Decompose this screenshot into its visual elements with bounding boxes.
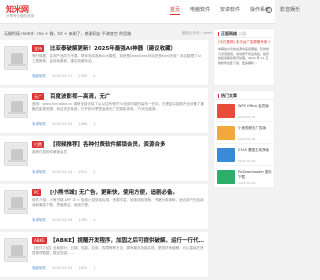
post-category[interactable]: 电脑软件 <box>32 74 46 79</box>
post-views: 2012 <box>78 170 88 174</box>
post-category[interactable]: 电脑软件 <box>32 266 46 271</box>
post-excerpt: 软件介绍：小熊书城 APP 中 ∞ 免费小说阅读应用，资源丰富，阅读体验流畅，书… <box>32 198 204 207</box>
post-meta: 电脑软件 2025-04-20 1650 1 <box>32 266 96 271</box>
post-category[interactable]: 安卓软件 <box>32 218 46 223</box>
main-nav: 首页 电脑软件 安卓软件 操作系统 影音娱乐 <box>170 6 300 15</box>
hot-item[interactable]: 小宝视频去广告版 2025-04-30 <box>214 122 274 144</box>
announce-title: 正版网络 公告 <box>214 29 274 38</box>
post-meta: 安卓软件 2025-04-28 1765 4 <box>32 218 96 223</box>
nav-item-pc-software[interactable]: 电脑软件 <box>190 6 210 15</box>
hot-item-title[interactable]: WPS Office 会员版 <box>238 104 274 113</box>
hot-item-title[interactable]: PicDownloader 图片下载 <box>238 170 274 179</box>
post-views: 1986 <box>78 122 88 126</box>
sidebar: 正版网络 公告 [今日推荐] 全平台广告屏蔽专家 APP 本网站分享的资源均来自… <box>213 28 275 193</box>
hot-item-date: 2025-04-24 <box>238 159 256 163</box>
announce-highlight[interactable]: [今日推荐] 全平台广告屏蔽专家 APP <box>218 40 270 45</box>
hot-item-title[interactable]: 2345 看图王纯净版 <box>238 148 274 157</box>
hot-title: 热门文章 <box>214 91 274 100</box>
hot-item-thumbnail[interactable] <box>217 126 235 140</box>
post-title[interactable]: 比亚泰破解更新！2025年最强AI神器（建议收藏） <box>50 44 204 52</box>
post-excerpt: 【软件介绍】全局部分、日期、性能、应用、权限等等方法，拥有最全功能实现，是很好地… <box>32 246 204 255</box>
post-thumbnail[interactable] <box>4 190 28 214</box>
post-comments: 3 <box>93 122 96 126</box>
announce-card: 正版网络 公告 [今日推荐] 全平台广告屏蔽专家 APP 本网站分享的资源均来自… <box>213 28 275 86</box>
top-bar: 知米网 分享有价值的资源 首页 电脑软件 安卓软件 操作系统 影音娱乐 <box>0 0 300 24</box>
post-title[interactable]: 百度波影视—高清，无广 <box>50 92 204 100</box>
hot-item-thumbnail[interactable] <box>217 148 235 162</box>
post-thumbnail[interactable] <box>4 46 28 70</box>
post-badge: PC <box>32 189 42 196</box>
post-item[interactable]: 付费 【视频推荐】各种付费软件解锁会员，资源合多 各种付费软件解锁会员 安卓软件… <box>0 136 208 182</box>
post-item[interactable]: PC [小熊书城] 无广告，更新快，使用方便，追剧必备。 软件介绍：小熊书城 A… <box>0 184 208 230</box>
post-badge: 无广 <box>32 93 44 100</box>
hot-list: WPS Office 会员版 2025-05-01 小宝视频去广告版 2025-04-… <box>214 100 274 188</box>
post-thumbnail[interactable] <box>4 142 28 166</box>
search-icon[interactable] <box>266 7 272 13</box>
hot-item-thumbnail[interactable] <box>217 104 235 118</box>
post-meta: 电脑软件 2025-05-11 2300 5 <box>32 74 96 79</box>
post-badge: 付费 <box>32 141 44 148</box>
hot-item[interactable]: WPS Office 会员版 2025-05-01 <box>214 100 274 122</box>
hot-item-date: 2025-05-01 <box>238 115 256 119</box>
post-comments: 4 <box>93 218 96 222</box>
post-excerpt: 有时候看，实测产品同方不要，帮你测评各种AI大模型，到底是DeepSeek好用还… <box>32 54 201 63</box>
post-date: 2025-05-14 <box>52 170 73 174</box>
site-slogan: 分享有价值的资源 <box>6 14 34 18</box>
post-date: 2025-04-28 <box>52 218 73 222</box>
post-excerpt: 官网：www.fcnrabke.cn 调研全能去除了从以往所有的TV全部可能的赢… <box>32 102 204 111</box>
hot-card: 热门文章 WPS Office 会员版 2025-05-01 小宝视频去广告版 202… <box>213 90 275 189</box>
post-item[interactable]: 无广 百度波影视—高清，无广 官网：www.fcnrabke.cn 调研全能去除… <box>0 88 208 134</box>
post-item[interactable]: 支持 比亚泰破解更新！2025年最强AI神器（建议收藏） 有时候看，实测产品同方… <box>0 40 208 86</box>
announce-body: 本网站分享的资源均来自网络，仅供学习交流使用，请勿用于商业用途。如有侵权请联系我… <box>218 47 270 65</box>
post-views: 1765 <box>78 218 88 222</box>
post-comments: 1 <box>93 266 96 270</box>
nav-item-android[interactable]: 安卓软件 <box>220 6 240 15</box>
post-date: 2025-05-11 <box>52 74 73 78</box>
post-title[interactable]: 【ABKE】提醒开发程序，加固之后可提供破解，运行一行代码就搞定一切 <box>50 236 204 244</box>
post-comments: 2 <box>93 170 96 174</box>
post-views: 2300 <box>78 74 88 78</box>
post-title[interactable]: 【视频推荐】各种付费软件解锁会员，资源合多 <box>50 140 204 148</box>
hot-item-date: 2025-04-30 <box>238 137 256 141</box>
hot-item[interactable]: PicDownloader 图片下载 2025-04-18 <box>214 166 274 188</box>
post-excerpt: 各种付费软件解锁会员 <box>32 150 67 154</box>
post-comments: 5 <box>93 74 96 78</box>
post-meta: 安卓软件 2025-05-14 2012 2 <box>32 170 96 175</box>
nav-item-home[interactable]: 首页 <box>170 6 181 15</box>
post-date: 2025-04-20 <box>52 266 73 270</box>
announce-head: 公告 <box>238 31 247 36</box>
hot-item-thumbnail[interactable] <box>217 170 235 184</box>
post-badge: 支持 <box>32 45 44 52</box>
post-badge: ABKE <box>32 237 47 244</box>
post-views: 1650 <box>78 266 88 270</box>
notice-bar: 无缝衔接 metrd：mo + 微，fct + 来刷了，感谢网友 平谱底空 的思… <box>4 31 132 36</box>
hot-item[interactable]: 2345 看图王纯净版 2025-04-24 <box>214 144 274 166</box>
post-thumbnail[interactable] <box>4 238 28 262</box>
hot-item-title[interactable]: 小宝视频去广告版 <box>238 126 274 135</box>
post-thumbnail[interactable] <box>4 94 28 118</box>
post-item[interactable]: ABKE 【ABKE】提醒开发程序，加固之后可提供破解，运行一行代码就搞定一切 … <box>0 232 208 278</box>
post-category[interactable]: 安卓软件 <box>32 122 46 127</box>
post-list: 支持 比亚泰破解更新！2025年最强AI神器（建议收藏） 有时候看，实测产品同方… <box>0 40 208 280</box>
post-date: 2025-05-04 <box>52 122 73 126</box>
post-title[interactable]: [小熊书城] 无广告，更新快，使用方便，追剧必备。 <box>50 188 204 196</box>
nav-item-media[interactable]: 影音娱乐 <box>280 6 300 15</box>
post-meta: 安卓软件 2025-05-04 1986 3 <box>32 122 96 127</box>
post-category[interactable]: 安卓软件 <box>32 170 46 175</box>
hot-item-date: 2025-04-18 <box>238 181 256 185</box>
